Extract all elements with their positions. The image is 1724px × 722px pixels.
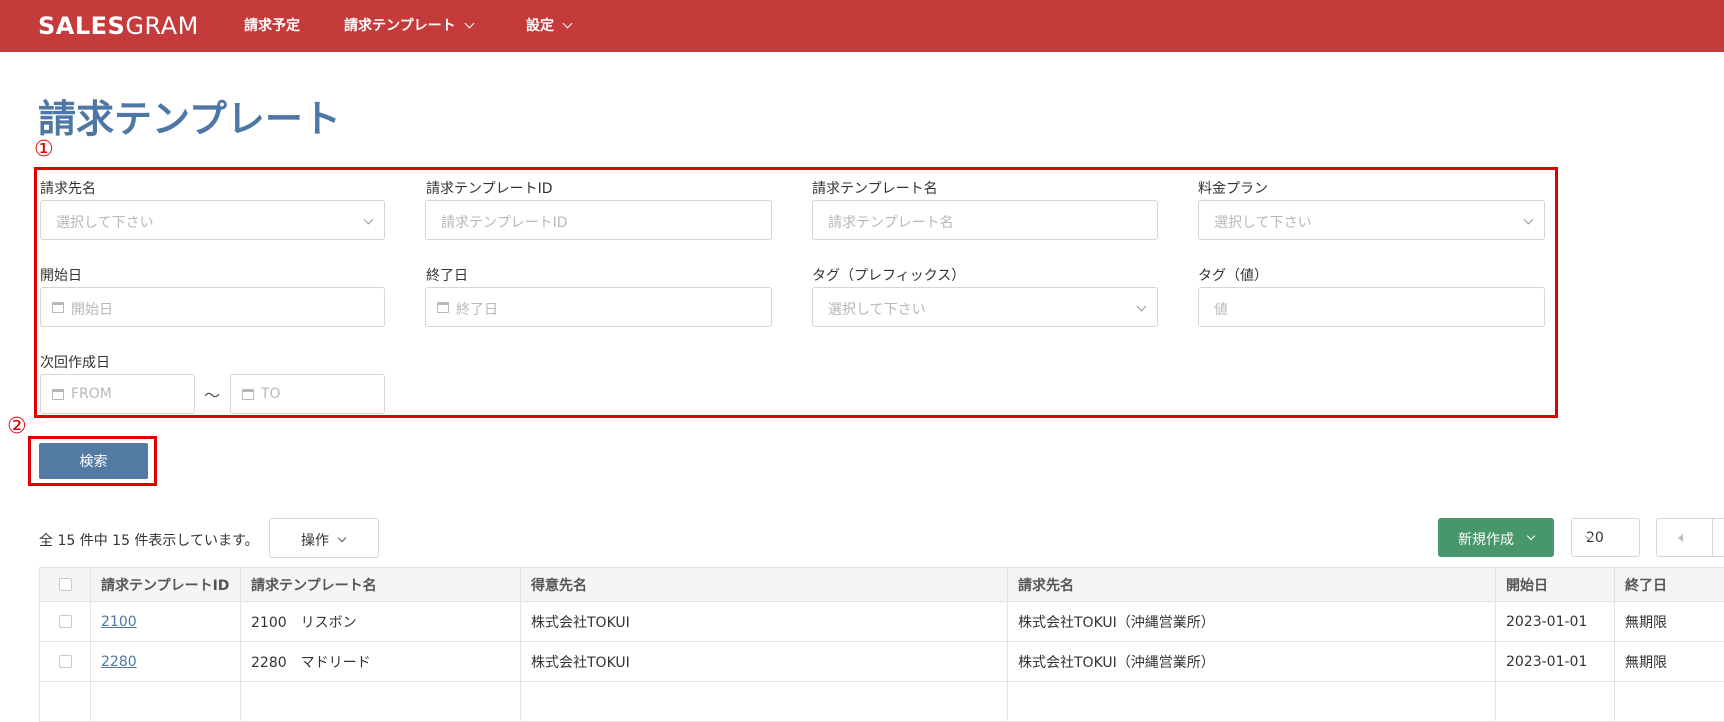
create-new-button[interactable]: 新規作成	[1438, 518, 1554, 557]
column-header-customer[interactable]: 得意先名	[521, 568, 1008, 602]
annotation-marker-2: ②	[7, 414, 27, 439]
column-header-template-id[interactable]: 請求テンプレートID	[91, 568, 241, 602]
next-date-to-picker[interactable]: TO	[230, 374, 385, 414]
calendar-icon	[52, 389, 64, 400]
end-date-label: 終了日	[426, 265, 468, 285]
column-header-billing[interactable]: 請求先名	[1008, 568, 1496, 602]
table-row: 2100 2100 リスボン 株式会社TOKUI 株式会社TOKUI（沖縄営業所…	[40, 602, 1724, 642]
calendar-icon	[242, 389, 254, 400]
template-name-cell: 2100 リスボン	[241, 602, 521, 642]
tag-prefix-select[interactable]: 選択して下さい	[812, 287, 1158, 327]
nav-item-billing-schedule[interactable]: 請求予定	[244, 15, 300, 35]
date-range-separator: 〜	[204, 382, 220, 406]
annotation-marker-1: ①	[34, 137, 54, 162]
plan-select[interactable]: 選択して下さい	[1198, 200, 1545, 240]
billing-cell: 株式会社TOKUI（沖縄営業所）	[1008, 602, 1496, 642]
chevron-down-icon	[563, 19, 573, 29]
table-row: 2280 2280 マドリード 株式会社TOKUI 株式会社TOKUI（沖縄営業…	[40, 642, 1724, 682]
table-header-row: 請求テンプレートID 請求テンプレート名 得意先名 請求先名 開始日 終了日	[40, 568, 1724, 602]
table-row	[40, 682, 1724, 722]
operations-dropdown-button[interactable]: 操作	[269, 518, 379, 558]
page-title: 請求テンプレート	[38, 88, 341, 143]
template-id-link[interactable]: 2280	[101, 654, 137, 670]
nav-item-billing-template[interactable]: 請求テンプレート	[344, 15, 473, 35]
billing-name-select[interactable]: 選択して下さい	[40, 200, 385, 240]
row-checkbox[interactable]	[59, 615, 72, 628]
tag-value-input[interactable]: 値	[1198, 287, 1545, 327]
result-count: 全 15 件中 15 件表示しています。	[39, 530, 259, 550]
customer-cell: 株式会社TOKUI	[521, 602, 1008, 642]
start-date-cell: 2023-01-01	[1496, 642, 1615, 682]
start-date-cell: 2023-01-01	[1496, 602, 1615, 642]
end-date-picker[interactable]: 終了日	[425, 287, 772, 327]
start-date-label: 開始日	[40, 265, 82, 285]
template-name-cell: 2280 マドリード	[241, 642, 521, 682]
plan-label: 料金プラン	[1198, 178, 1268, 198]
end-date-cell: 無期限	[1615, 602, 1724, 642]
template-name-input[interactable]: 請求テンプレート名	[812, 200, 1158, 240]
end-date-cell: 無期限	[1615, 642, 1724, 682]
billing-cell: 株式会社TOKUI（沖縄営業所）	[1008, 642, 1496, 682]
chevron-down-icon	[1137, 302, 1147, 312]
column-header-end-date[interactable]: 終了日	[1615, 568, 1724, 602]
template-id-input[interactable]: 請求テンプレートID	[425, 200, 772, 240]
next-date-from-picker[interactable]: FROM	[40, 374, 195, 414]
template-id-label: 請求テンプレートID	[426, 178, 553, 198]
row-checkbox[interactable]	[59, 655, 72, 668]
chevron-down-icon	[1524, 215, 1534, 225]
tag-value-label: タグ（値）	[1198, 265, 1268, 285]
column-header-template-name[interactable]: 請求テンプレート名	[241, 568, 521, 602]
top-navbar: SALESGRAM 請求予定 請求テンプレート 設定	[0, 0, 1724, 52]
chevron-down-icon	[1527, 532, 1535, 540]
customer-cell: 株式会社TOKUI	[521, 642, 1008, 682]
next-date-label: 次回作成日	[40, 352, 110, 372]
select-all-checkbox[interactable]	[59, 578, 72, 591]
pagination	[1656, 518, 1724, 557]
prev-page-icon[interactable]	[1678, 534, 1683, 542]
template-id-link[interactable]: 2100	[101, 614, 137, 630]
billing-name-label: 請求先名	[40, 178, 96, 198]
chevron-down-icon	[464, 19, 474, 29]
calendar-icon	[52, 302, 64, 313]
nav-item-settings[interactable]: 設定	[526, 15, 571, 35]
column-header-start-date[interactable]: 開始日	[1496, 568, 1615, 602]
chevron-down-icon	[364, 215, 374, 225]
per-page-select[interactable]: 20	[1571, 518, 1640, 557]
tag-prefix-label: タグ（プレフィックス）	[812, 265, 965, 285]
search-button[interactable]: 検索	[39, 443, 148, 479]
calendar-icon	[437, 302, 449, 313]
template-table: 請求テンプレートID 請求テンプレート名 得意先名 請求先名 開始日 終了日 2…	[39, 567, 1724, 722]
template-name-label: 請求テンプレート名	[812, 178, 938, 198]
start-date-picker[interactable]: 開始日	[40, 287, 385, 327]
chevron-down-icon	[338, 534, 346, 542]
app-logo[interactable]: SALESGRAM	[38, 12, 199, 40]
